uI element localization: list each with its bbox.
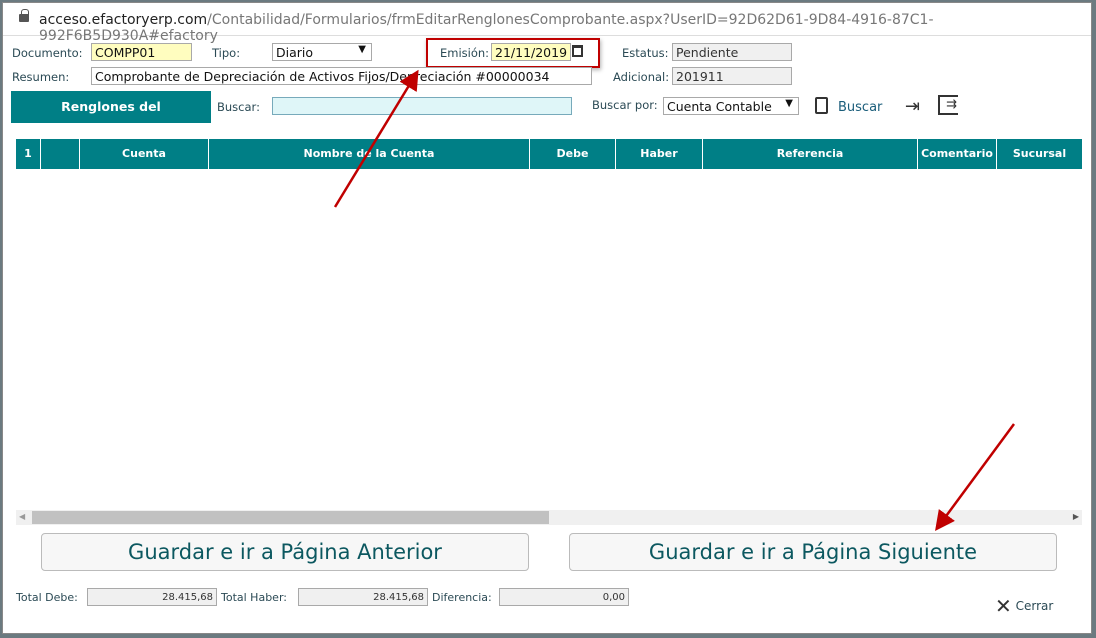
annotation-arrow-next <box>935 423 1016 532</box>
annotation-layer <box>333 69 1016 532</box>
annotation-arrow-emision <box>333 69 419 208</box>
